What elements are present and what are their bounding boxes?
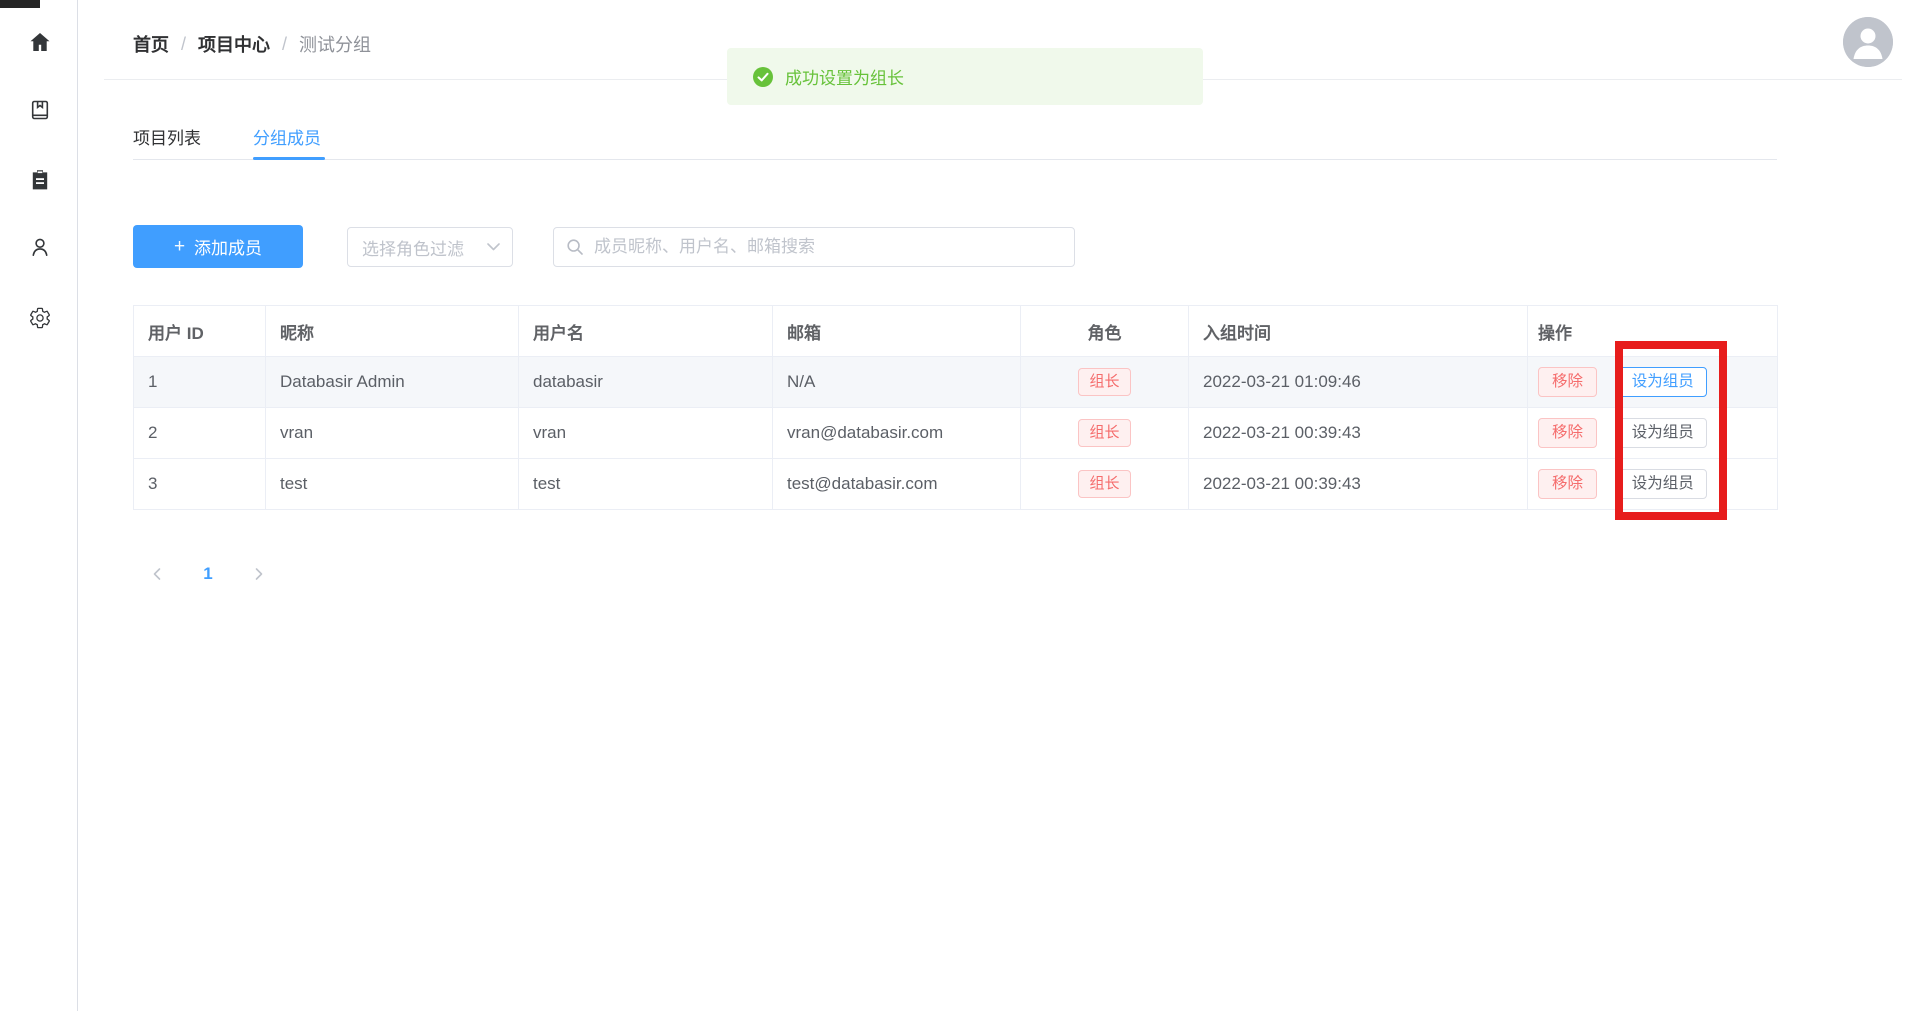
breadcrumb: 首页 / 项目中心 / 测试分组 [133, 31, 371, 57]
breadcrumb-current-group: 测试分组 [299, 31, 371, 57]
member-search-input[interactable] [594, 237, 1062, 257]
col-header-role: 角色 [1021, 306, 1189, 357]
col-header-username: 用户名 [519, 306, 773, 357]
cell-email: vran@databasir.com [773, 408, 1021, 459]
cell-nickname: test [266, 459, 519, 510]
active-tab-underline [253, 157, 325, 160]
home-icon[interactable] [28, 30, 52, 54]
role-tag: 组长 [1078, 419, 1130, 447]
gear-icon[interactable] [28, 306, 52, 330]
book-icon[interactable] [28, 98, 52, 122]
breadcrumb-separator: / [282, 34, 287, 55]
chevron-down-icon [487, 243, 500, 251]
tabs-divider [133, 159, 1777, 160]
success-check-icon [753, 67, 773, 87]
col-header-nickname: 昵称 [266, 306, 519, 357]
col-header-user-id: 用户 ID [134, 306, 266, 357]
pagination-page-1[interactable]: 1 [192, 558, 224, 590]
set-as-member-button[interactable]: 设为组员 [1619, 418, 1707, 448]
pagination-next-button[interactable] [243, 558, 275, 590]
pagination: 1 [141, 558, 275, 590]
breadcrumb-home[interactable]: 首页 [133, 31, 169, 57]
plus-icon: + [174, 236, 185, 258]
collapsed-titlebar-stub [0, 0, 40, 8]
role-tag: 组长 [1078, 368, 1130, 396]
search-icon [566, 238, 584, 256]
table-row: 1 Databasir Admin databasir N/A 组长 2022-… [134, 357, 1778, 408]
cell-joined-at: 2022-03-21 00:39:43 [1189, 408, 1528, 459]
cell-email: N/A [773, 357, 1021, 408]
member-search-box [553, 227, 1075, 267]
clipboard-icon[interactable] [28, 168, 52, 192]
remove-member-button[interactable]: 移除 [1538, 418, 1597, 448]
cell-username: vran [519, 408, 773, 459]
cell-email: test@databasir.com [773, 459, 1021, 510]
tab-project-list[interactable]: 项目列表 [133, 127, 201, 151]
set-as-member-button[interactable]: 设为组员 [1619, 469, 1707, 499]
table-header-row: 用户 ID 昵称 用户名 邮箱 角色 入组时间 操作 [134, 306, 1778, 357]
cell-user-id: 1 [134, 357, 266, 408]
col-header-email: 邮箱 [773, 306, 1021, 357]
pagination-prev-button[interactable] [141, 558, 173, 590]
remove-member-button[interactable]: 移除 [1538, 469, 1597, 499]
user-avatar[interactable] [1843, 17, 1893, 67]
breadcrumb-project-center[interactable]: 项目中心 [198, 31, 270, 57]
cell-user-id: 3 [134, 459, 266, 510]
tab-group-members[interactable]: 分组成员 [253, 127, 321, 151]
col-header-joined-at: 入组时间 [1189, 306, 1528, 357]
add-member-label: 添加成员 [194, 234, 262, 259]
success-toast: 成功设置为组长 [727, 48, 1203, 105]
remove-member-button[interactable]: 移除 [1538, 367, 1597, 397]
role-tag: 组长 [1078, 470, 1130, 498]
toast-message: 成功设置为组长 [785, 64, 904, 89]
col-header-operations: 操作 [1528, 306, 1778, 357]
cell-nickname: Databasir Admin [266, 357, 519, 408]
cell-joined-at: 2022-03-21 00:39:43 [1189, 459, 1528, 510]
members-table: 用户 ID 昵称 用户名 邮箱 角色 入组时间 操作 1 Databasir A… [133, 305, 1778, 510]
table-row: 3 test test test@databasir.com 组长 2022-0… [134, 459, 1778, 510]
set-as-member-button[interactable]: 设为组员 [1619, 367, 1707, 397]
table-row: 2 vran vran vran@databasir.com 组长 2022-0… [134, 408, 1778, 459]
role-filter-placeholder: 选择角色过滤 [362, 235, 487, 260]
cell-joined-at: 2022-03-21 01:09:46 [1189, 357, 1528, 408]
sidebar [0, 0, 78, 1011]
breadcrumb-separator: / [181, 34, 186, 55]
cell-user-id: 2 [134, 408, 266, 459]
role-filter-select[interactable]: 选择角色过滤 [347, 227, 513, 267]
cell-nickname: vran [266, 408, 519, 459]
cell-username: databasir [519, 357, 773, 408]
user-icon[interactable] [28, 235, 52, 259]
add-member-button[interactable]: + 添加成员 [133, 225, 303, 268]
cell-username: test [519, 459, 773, 510]
